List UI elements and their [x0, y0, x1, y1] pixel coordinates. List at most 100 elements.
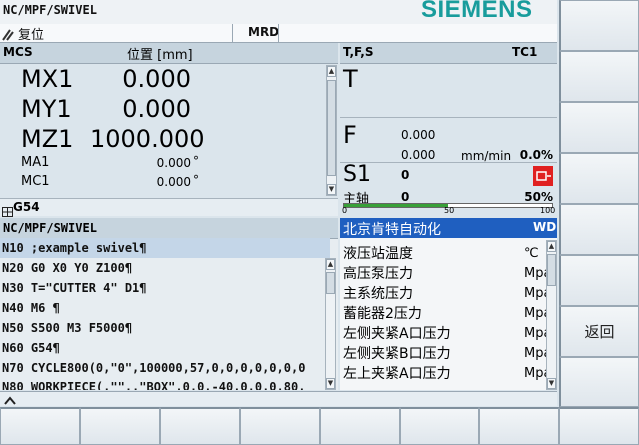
axis-value-ma1: 0.000: [156, 156, 191, 170]
program-line[interactable]: N70 CYCLE800(0,"0",100000,57,0,0,0,0,0,0…: [0, 358, 323, 378]
diag-item-label: 左侧夹紧A口压力: [343, 326, 451, 342]
vertical-softkey-1[interactable]: [559, 0, 639, 51]
horizontal-softkey-6[interactable]: [400, 407, 479, 445]
feed-label: F: [343, 121, 357, 149]
status-divider: [278, 24, 279, 42]
spindle-load-fill: [344, 204, 448, 207]
axis-name-mc1: MC1: [21, 174, 50, 189]
horizontal-softkey-8[interactable]: [559, 407, 639, 445]
scroll-up-icon[interactable]: ▲: [326, 259, 335, 270]
return-label: 返回: [584, 323, 615, 341]
program-line[interactable]: N40 M6 ¶: [0, 298, 330, 318]
axis-value-mc1: 0.000: [156, 175, 191, 189]
program-line[interactable]: N80 WORKPIECE(,"",,"BOX",0,0,-40,0,0,0,8…: [0, 378, 323, 390]
spindle-stop-icon: [533, 166, 553, 186]
axis-value-mx1: 0.000: [122, 65, 191, 93]
diag-scrollbar[interactable]: ▲ ▼: [546, 240, 557, 390]
coordinate-system-label: MCS: [3, 45, 33, 59]
position-scrollbar[interactable]: ▲ ▼: [326, 65, 337, 196]
horizontal-softkey-1[interactable]: [0, 407, 80, 445]
chevron-up-icon[interactable]: [3, 392, 17, 405]
tool-label: T: [343, 65, 358, 93]
siemens-logo: SIEMENS: [421, 0, 533, 23]
scroll-up-icon[interactable]: ▲: [327, 66, 336, 77]
status-divider: [232, 24, 233, 42]
program-title-bar: NC/MPF/SWIVEL: [0, 218, 338, 239]
feed-value-actual: 0.000: [401, 128, 436, 142]
program-line[interactable]: N20 G0 X0 Y0 Z100¶: [0, 258, 330, 278]
header-bar: NC/MPF/SWIVEL SIEMENS: [0, 0, 557, 25]
diag-title: 北京肯特自动化: [343, 222, 441, 238]
diag-item[interactable]: 液压站温度 ℃: [343, 244, 546, 264]
vertical-softkey-6[interactable]: [559, 255, 639, 306]
feed-unit: mm/min: [461, 149, 512, 163]
return-button[interactable]: 返回: [559, 306, 639, 357]
diag-item[interactable]: 高压泵压力 Mpa: [343, 264, 551, 284]
horizontal-softkey-4[interactable]: [240, 407, 320, 445]
tfs-divider: [340, 162, 557, 163]
diag-item-label: 主系统压力: [343, 286, 413, 302]
scroll-thumb[interactable]: [547, 254, 556, 286]
program-path: NC/MPF/SWIVEL: [3, 3, 97, 17]
status-bar: 复位 MRD: [0, 24, 557, 43]
vertical-softkey-3[interactable]: [559, 102, 639, 153]
diag-item[interactable]: 左侧夹紧B口压力 Mpa: [343, 344, 551, 364]
reset-icon: [2, 26, 14, 41]
diag-title-bar: 北京肯特自动化 WD: [340, 218, 557, 238]
horizontal-softkey-7[interactable]: [479, 407, 559, 445]
horizontal-softkey-3[interactable]: [160, 407, 240, 445]
frame-icon: [2, 202, 13, 217]
program-line[interactable]: N60 G54¶: [0, 338, 330, 358]
diag-item[interactable]: 主系统压力 Mpa: [343, 284, 551, 304]
scroll-down-icon[interactable]: ▼: [547, 378, 556, 389]
diag-item[interactable]: 蓄能器2压力 Mpa: [343, 304, 551, 324]
scroll-down-icon[interactable]: ▼: [326, 378, 335, 389]
axis-name-my1: MY1: [21, 95, 72, 123]
frame-bar: G54: [0, 198, 338, 217]
diag-item-label: 蓄能器2压力: [343, 306, 422, 322]
diag-title-right: WD: [533, 220, 557, 234]
horizontal-softkey-5[interactable]: [320, 407, 400, 445]
axis-value-my1: 0.000: [122, 95, 191, 123]
feed-value-set: 0.000: [401, 148, 436, 162]
vertical-softkey-8[interactable]: [559, 357, 639, 407]
channel-label: TC1: [512, 45, 538, 59]
scroll-thumb[interactable]: [327, 80, 336, 176]
diag-item-label: 液压站温度: [343, 246, 413, 262]
program-line[interactable]: N50 S500 M3 F5000¶: [0, 318, 330, 338]
position-panel: MCS 位置 [mm] MX1 0.000 MY1 0.000 MZ1 1000…: [0, 43, 338, 217]
program-title: NC/MPF/SWIVEL: [3, 221, 97, 235]
diag-item-label: 左侧夹紧B口压力: [343, 346, 451, 362]
vertical-softkey-5[interactable]: [559, 204, 639, 255]
program-panel: NC/MPF/SWIVEL N10 ;example swivel¶ N20 G…: [0, 218, 338, 390]
tfs-title: T,F,S: [343, 45, 374, 59]
operating-mode: MRD: [248, 25, 280, 39]
axis-unit-mc1: °: [193, 173, 199, 187]
scale-min: 0: [342, 206, 348, 215]
position-title: 位置 [mm]: [127, 48, 193, 63]
diag-item[interactable]: 左侧夹紧A口压力 Mpa: [343, 324, 551, 344]
tfs-title-bar: T,F,S TC1: [340, 43, 557, 64]
scroll-thumb[interactable]: [326, 272, 335, 294]
channel-status: 复位: [18, 28, 45, 43]
program-scrollbar[interactable]: ▲ ▼: [325, 258, 336, 390]
program-line[interactable]: N10 ;example swivel¶: [0, 238, 330, 258]
tfs-panel: T,F,S TC1 T F 0.000 0.000 mm/min 0.0% S1…: [340, 43, 557, 215]
horizontal-softkey-2[interactable]: [80, 407, 160, 445]
position-title-bar: MCS 位置 [mm]: [0, 43, 338, 64]
program-line[interactable]: N30 T="CUTTER 4" D1¶: [0, 278, 330, 298]
scale-max: 100: [540, 206, 556, 215]
diag-item-unit: ℃: [524, 246, 539, 261]
diag-panel: 北京肯特自动化 WD 液压站温度 ℃ 高压泵压力 Mpa 主系统压力 Mpa 蓄能器2…: [340, 218, 557, 390]
axis-unit-ma1: °: [193, 154, 199, 168]
diag-item-label: 左上夹紧A口压力: [343, 366, 451, 382]
vertical-softkey-4[interactable]: [559, 153, 639, 204]
axis-name-ma1: MA1: [21, 155, 50, 170]
diag-item[interactable]: 左上夹紧A口压力 Mpa: [343, 364, 551, 384]
axis-name-mx1: MX1: [21, 65, 74, 93]
spindle-name: S1: [343, 162, 371, 187]
scroll-down-icon[interactable]: ▼: [327, 184, 336, 195]
spindle-value-actual: 0: [401, 168, 410, 182]
vertical-softkey-2[interactable]: [559, 51, 639, 102]
scroll-up-icon[interactable]: ▲: [547, 241, 556, 252]
